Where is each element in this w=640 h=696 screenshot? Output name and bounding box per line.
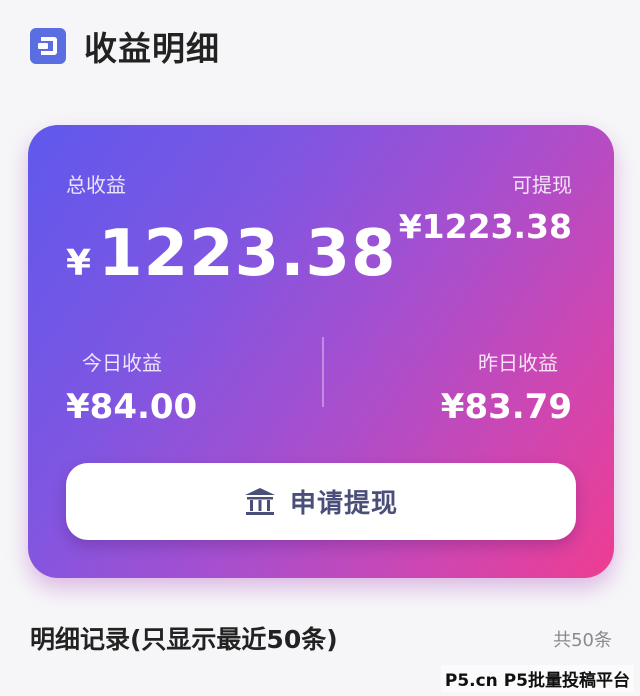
withdrawable-label: 可提现	[512, 173, 572, 197]
apply-withdraw-button[interactable]: 申请提现	[66, 463, 576, 540]
yesterday-earnings-label: 昨日收益	[478, 351, 558, 375]
total-earnings-label: 总收益	[66, 173, 126, 197]
page-header: 收益明细	[30, 22, 220, 70]
records-count: 共50条	[553, 630, 612, 651]
apply-withdraw-label: 申请提现	[289, 489, 398, 519]
total-earnings-amount: 1223.38	[98, 217, 397, 291]
stats-divider	[322, 337, 324, 407]
page-title: 收益明细	[84, 29, 220, 68]
watermark: P5.cn P5批量投稿平台	[440, 665, 634, 692]
currency-symbol: ¥	[66, 243, 93, 284]
bank-icon	[244, 487, 275, 515]
withdrawable-value: ¥1223.38	[398, 207, 572, 246]
records-title: 明细记录(只显示最近50条)	[30, 625, 338, 654]
today-earnings-label: 今日收益	[82, 351, 162, 375]
total-earnings-value: ¥ 1223.38	[66, 217, 397, 291]
wallet-icon	[30, 28, 66, 64]
today-earnings-value: ¥84.00	[66, 387, 198, 427]
earnings-card: 总收益 ¥ 1223.38 可提现 ¥1223.38 今日收益 ¥84.00 昨…	[28, 125, 614, 578]
yesterday-earnings-value: ¥83.79	[440, 387, 572, 427]
page: 收益明细 总收益 ¥ 1223.38 可提现 ¥1223.38 今日收益 ¥84…	[0, 0, 640, 696]
